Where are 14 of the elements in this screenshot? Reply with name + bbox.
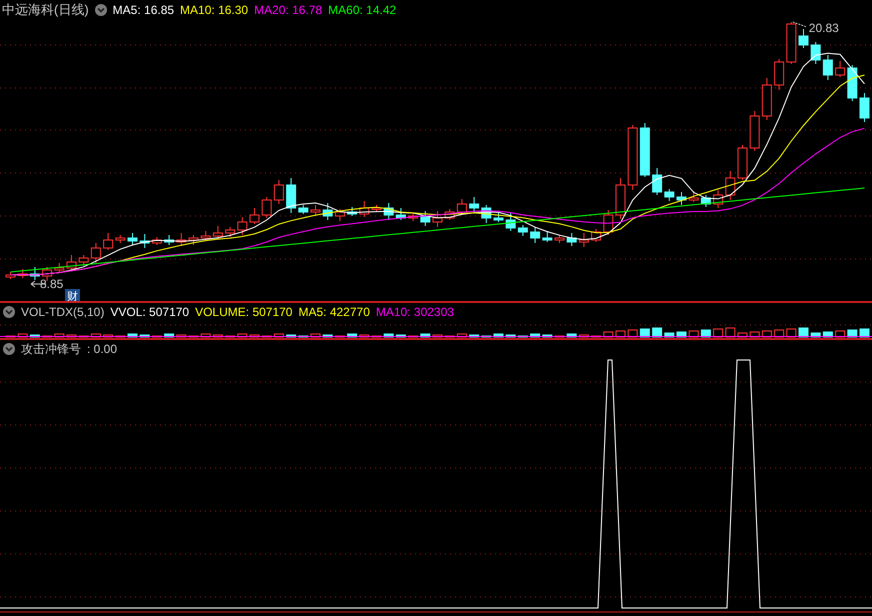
low-price-label: 8.85 xyxy=(40,277,64,291)
high-price-label: 20.83 xyxy=(808,21,839,35)
volume-value: MA5: 422770 xyxy=(298,305,370,319)
indicator-title: 攻击冲锋号 xyxy=(21,340,81,358)
indicator-value: : 0.00 xyxy=(87,342,118,356)
volume-value: VVOL: 507170 xyxy=(110,305,190,319)
indicator-title: VOL-TDX(5,10) xyxy=(21,305,104,319)
volume-value: MA10: 302303 xyxy=(376,305,454,319)
stock-title: 中远海科(日线) xyxy=(2,1,89,19)
moving-average-value: MA60: 14.42 xyxy=(328,3,396,17)
volume-value: VOLUME: 507170 xyxy=(195,305,292,319)
moving-average-value: MA10: 16.30 xyxy=(180,3,248,17)
moving-average-value: MA5: 16.85 xyxy=(112,3,174,17)
moving-average-value: MA20: 16.78 xyxy=(254,3,322,17)
